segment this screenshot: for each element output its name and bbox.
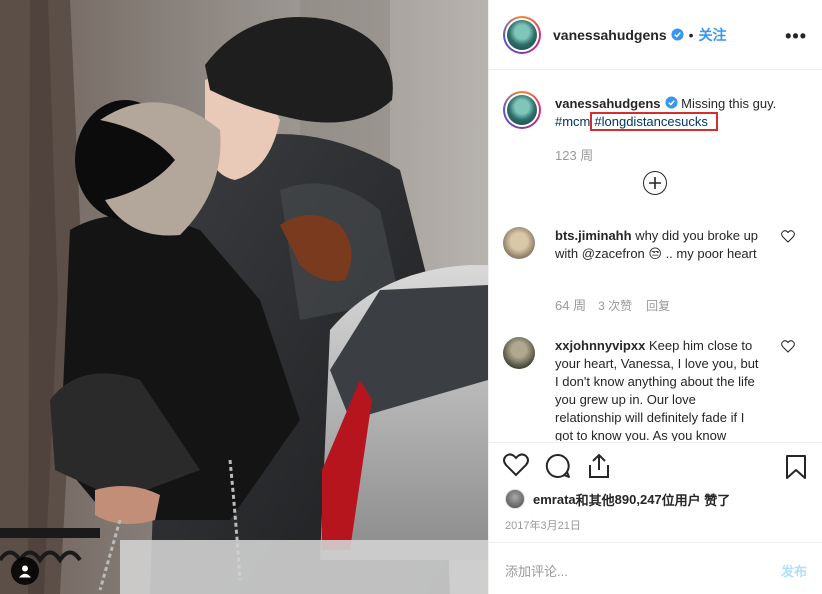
post-header: vanessahudgens • 关注 ••• <box>489 0 822 70</box>
hashtag-link[interactable]: #mcm <box>555 114 590 129</box>
likes-others-prefix: 其他 <box>588 492 615 508</box>
caption-avatar[interactable] <box>503 91 541 129</box>
comment-text: xxjohnnyvipxx Keep him close to your hea… <box>555 337 765 441</box>
post-image <box>0 0 488 594</box>
post-photo[interactable] <box>0 0 488 594</box>
post-date[interactable]: 2017年3月21日 <box>505 517 581 533</box>
separator-dot: • <box>688 26 694 43</box>
comment-body: Keep him close to your heart, Vanessa, I… <box>555 338 759 441</box>
comment-text: bts.jiminahh why did you broke up with @… <box>555 227 765 263</box>
commenter-username[interactable]: xxjohnnyvipxx <box>555 338 645 353</box>
reply-button[interactable]: 回复 <box>646 299 670 313</box>
caption-body: Missing this guy. <box>681 96 777 111</box>
author-avatar[interactable] <box>503 15 541 54</box>
caption-timestamp[interactable]: 123 周 <box>555 145 593 164</box>
comment-time[interactable]: 64 周 <box>555 298 586 313</box>
add-comment-bar: 添加评论... 发布 <box>489 542 822 594</box>
post-sidebar: vanessahudgens • 关注 ••• vanessahudgens M… <box>488 0 822 594</box>
caption-username[interactable]: vanessahudgens <box>555 96 661 111</box>
likes-count[interactable]: 890,247 <box>615 492 662 507</box>
likes-suffix: 位用户 赞了 <box>661 492 731 508</box>
comment-bubble-icon[interactable] <box>545 453 573 481</box>
plus-icon <box>649 177 661 189</box>
like-comment-heart-icon[interactable] <box>781 230 795 243</box>
like-heart-icon[interactable] <box>503 453 531 481</box>
share-icon[interactable] <box>587 453 615 481</box>
comment-likes[interactable]: 3 次赞 <box>598 299 632 313</box>
commenter-username[interactable]: bts.jiminahh <box>555 228 632 243</box>
comment-meta: 64 周 3 次赞 回复 <box>555 295 684 314</box>
liker-avatar[interactable] <box>505 489 525 509</box>
post-actions: emrata 和 其他 890,247 位用户 赞了 2017年3月21日 <box>489 442 822 542</box>
liker-username[interactable]: emrata <box>533 492 576 507</box>
bookmark-icon[interactable] <box>785 454 809 482</box>
commenter-avatar[interactable] <box>503 227 535 259</box>
caption-text: vanessahudgens Missing this guy. #mcm #lo… <box>555 95 805 131</box>
hashtag-link-highlighted[interactable]: #longdistancesucks <box>590 112 718 131</box>
follow-button[interactable]: 关注 <box>699 25 727 45</box>
comment-input[interactable]: 添加评论... <box>505 561 568 580</box>
more-options-icon[interactable]: ••• <box>785 26 807 47</box>
like-comment-heart-icon[interactable] <box>781 340 795 353</box>
load-more-comments-button[interactable] <box>643 171 667 195</box>
verified-badge-icon <box>671 28 684 41</box>
verified-badge-icon <box>664 96 678 109</box>
comments-list[interactable]: vanessahudgens Missing this guy. #mcm #lo… <box>489 71 822 441</box>
user-icon <box>19 565 31 578</box>
likes-summary[interactable]: emrata 和 其他 890,247 位用户 赞了 <box>505 489 730 509</box>
likes-joiner: 和 <box>575 492 589 508</box>
commenter-avatar[interactable] <box>503 337 535 369</box>
author-username[interactable]: vanessahudgens <box>553 27 667 43</box>
post-comment-button[interactable]: 发布 <box>781 561 807 580</box>
tagged-user-button[interactable] <box>11 557 39 585</box>
